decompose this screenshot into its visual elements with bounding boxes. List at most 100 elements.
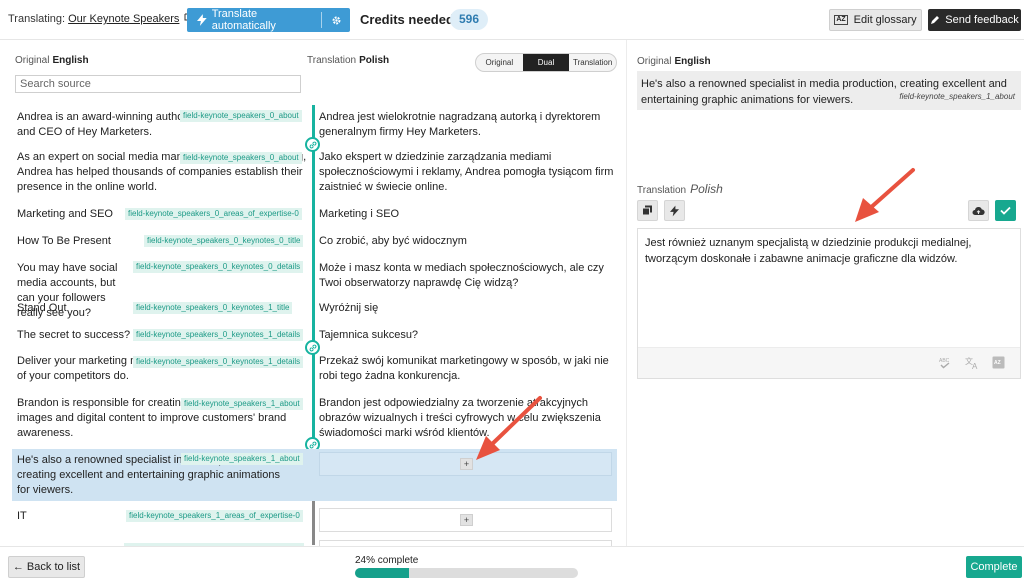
annotation-arrow (476, 396, 542, 460)
progress-bar (355, 568, 578, 578)
editor-original-header: Original English (637, 56, 711, 67)
translation-column-header: Translation Polish (307, 55, 389, 66)
translate-automatically-main[interactable]: Translate automatically (187, 8, 321, 32)
field-key-tag: field-keynote_speakers_0_keynotes_1_deta… (133, 356, 304, 368)
target-text: Przekaż swój komunikat marketingowy w sp… (319, 355, 609, 382)
copy-icon (642, 205, 652, 216)
complete-button[interactable]: Complete (966, 556, 1022, 578)
search-source-input[interactable] (15, 75, 301, 93)
source-text: IT (17, 510, 27, 522)
view-original-tab[interactable]: Original (476, 54, 523, 71)
progress-label: 24% complete (355, 555, 419, 566)
original-language: English (52, 55, 89, 66)
translate-automatically-label: Translate automatically (211, 8, 276, 32)
confirm-translation-button[interactable] (995, 200, 1016, 221)
segment-row[interactable]: IT field-keynote_speakers_1_areas_of_exp… (12, 506, 617, 534)
editor-translation-language: Polish (690, 182, 723, 196)
segment-row[interactable]: How To Be Present field-keynote_speakers… (12, 233, 617, 251)
back-to-list-button[interactable]: ← Back to list (8, 556, 85, 578)
field-key-tag: field-keynote_speakers_0_keynotes_1_deta… (133, 329, 304, 341)
glossary-icon: AZ (834, 15, 848, 25)
field-key-tag: field-keynote_speakers_0_keynotes_0_deta… (133, 261, 304, 273)
segment-row[interactable]: Deliver your marketing message in a way … (12, 354, 617, 386)
spellcheck-icon[interactable]: ABC (938, 356, 952, 373)
original-field-key: field-keynote_speakers_1_about (899, 92, 1015, 101)
translate-icon[interactable]: 文A (965, 356, 980, 373)
field-key-tag: field-keynote_speakers_0_keynotes_1_titl… (133, 302, 293, 314)
editor-toolbar: ABC 文A AZ (638, 347, 1020, 378)
field-key-tag: field-keynote_speakers_0_areas_of_expert… (125, 208, 302, 220)
lightning-icon (670, 205, 679, 216)
translation-language: Polish (359, 55, 390, 66)
field-key-tag: field-keynote_speakers_1_areas_of_expert… (126, 510, 303, 522)
field-key-tag: field-keynote_speakers_1_about (181, 398, 303, 410)
field-key-tag: field-keynote_speakers_0_about (180, 110, 302, 122)
send-feedback-button[interactable]: Send feedback (928, 9, 1021, 31)
target-text: Może i masz konta w mediach społeczności… (319, 262, 604, 289)
panel-divider (626, 40, 627, 546)
source-text: The secret to success? (17, 329, 131, 341)
target-text: Marketing i SEO (319, 208, 400, 220)
view-translation-tab[interactable]: Translation (569, 54, 616, 71)
field-key-tag: field-keynote_speakers_0_keynotes_0_titl… (144, 235, 304, 247)
lightning-icon (197, 14, 207, 26)
empty-translation-box[interactable]: + (319, 452, 612, 476)
translate-settings-button[interactable] (322, 8, 350, 32)
translation-editor-text[interactable]: Jest również uznanym specjalistą w dzied… (645, 235, 1011, 267)
svg-text:A: A (972, 362, 978, 370)
credits-label: Credits needed (360, 12, 454, 27)
save-cloud-button[interactable] (968, 200, 989, 221)
checkmark-icon (1000, 206, 1011, 215)
view-dual-tab[interactable]: Dual (522, 54, 570, 71)
copy-source-button[interactable] (637, 200, 658, 221)
target-text: Tajemnica sukcesu? (319, 329, 419, 341)
credits-badge: 596 (450, 9, 489, 30)
add-translation-button[interactable]: + (460, 514, 473, 526)
progress-bar-fill (355, 568, 409, 578)
document-link[interactable]: Our Keynote Speakers (68, 13, 179, 25)
original-column-header: Original English (15, 55, 89, 66)
segment-row[interactable]: Stand Out field-keynote_speakers_0_keyno… (12, 300, 617, 318)
svg-text:AZ: AZ (994, 360, 1001, 366)
glossary-icon[interactable]: AZ (992, 356, 1005, 372)
translating-label: Translating: (8, 13, 66, 25)
source-text: Deliver your marketing message in a way … (17, 354, 246, 384)
top-bar: Translating: Our Keynote Speakers Transl… (0, 0, 1024, 40)
target-text: Co zrobić, aby być widocznym (319, 235, 467, 247)
segment-row[interactable]: You may have social media accounts, but … (12, 259, 617, 319)
editor-original-language: English (674, 56, 711, 67)
annotation-arrow (855, 168, 915, 222)
cloud-upload-icon (972, 206, 985, 215)
translation-label: Translation (307, 55, 357, 66)
editor-original-label: Original (637, 56, 672, 67)
auto-translate-segment-button[interactable] (664, 200, 685, 221)
bottom-bar: ← Back to list 24% complete Complete (0, 546, 1024, 587)
original-label: Original (15, 55, 50, 66)
gear-icon (332, 16, 340, 24)
editor-translation-label: Translation (637, 185, 687, 196)
target-text: Andrea jest wielokrotnie nagradzaną auto… (319, 111, 601, 138)
translate-automatically-button[interactable]: Translate automatically (187, 8, 350, 32)
target-text: Jako ekspert w dziedzinie zarządzania me… (319, 151, 614, 193)
field-key-tag: field-keynote_speakers_0_about (180, 152, 302, 164)
translation-editor[interactable]: Jest również uznanym specjalistą w dzied… (637, 228, 1021, 379)
editor-translation-header: Translation Polish (637, 182, 723, 196)
field-key-tag: field-keynote_speakers_1_about (181, 453, 303, 465)
source-text: Stand Out (17, 302, 67, 314)
link-segments-icon[interactable] (305, 340, 320, 355)
pencil-icon (931, 16, 940, 24)
source-text: How To Be Present (17, 235, 111, 247)
segment-row[interactable]: As an expert on social media management … (12, 150, 617, 196)
translating-info: Translating: Our Keynote Speakers (8, 13, 193, 25)
target-text: Wyróżnij się (319, 302, 379, 314)
segment-row[interactable]: Marketing and SEO field-keynote_speakers… (12, 206, 617, 224)
send-feedback-label: Send feedback (945, 14, 1019, 26)
view-mode-toggle: Original Dual Translation (475, 53, 617, 72)
source-text: Marketing and SEO (17, 208, 113, 220)
source-text: Andrea is an award-winning author and CE… (17, 111, 187, 138)
edit-glossary-button[interactable]: AZ Edit glossary (829, 9, 922, 31)
original-text-box: He's also a renowned specialist in media… (637, 71, 1021, 110)
empty-translation-box[interactable]: + (319, 508, 612, 532)
edit-glossary-label: Edit glossary (853, 14, 917, 26)
target-text: Brandon jest odpowiedzialny za tworzenie… (319, 397, 601, 439)
